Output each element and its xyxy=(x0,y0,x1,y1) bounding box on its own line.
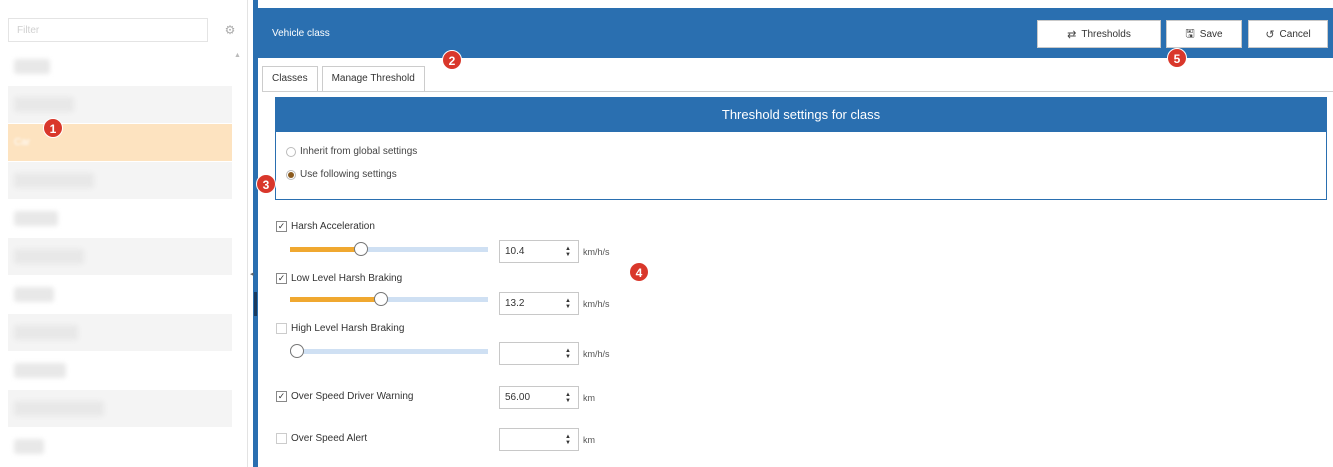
scroll-up-icon[interactable]: ▲ xyxy=(234,52,241,59)
undo-icon: ↺ xyxy=(1265,28,1275,41)
tab-classes[interactable]: Classes xyxy=(262,66,318,92)
cancel-label: Cancel xyxy=(1279,28,1311,40)
thresholds-button[interactable]: ⇄ Thresholds xyxy=(1037,20,1161,48)
panel-splitter[interactable] xyxy=(253,0,258,467)
over-speed-alert-input[interactable] xyxy=(500,429,558,450)
high-braking-checkbox[interactable] xyxy=(276,323,287,334)
collapse-arrow-icon[interactable]: ◂ xyxy=(250,271,254,278)
harsh-acceleration-row: ✓ Harsh Acceleration xyxy=(276,221,375,232)
use-following-label: Use following settings xyxy=(300,169,397,180)
filter-field[interactable] xyxy=(8,18,208,42)
over-speed-warning-stepper[interactable]: ▲▼ xyxy=(499,386,579,409)
low-braking-checkbox[interactable]: ✓ xyxy=(276,273,287,284)
filter-input[interactable] xyxy=(9,19,207,41)
over-speed-alert-checkbox[interactable] xyxy=(276,433,287,444)
use-following-radio[interactable] xyxy=(286,169,296,180)
over-speed-warning-label: Over Speed Driver Warning xyxy=(291,391,414,402)
over-speed-warning-unit: km xyxy=(583,393,595,403)
class-list: Car xyxy=(8,48,232,466)
over-speed-alert-label: Over Speed Alert xyxy=(291,433,368,444)
high-braking-label: High Level Harsh Braking xyxy=(291,323,405,334)
list-item[interactable] xyxy=(8,162,232,200)
over-speed-alert-unit: km xyxy=(583,435,595,445)
low-braking-slider[interactable] xyxy=(290,291,488,307)
high-braking-unit: km/h/s xyxy=(583,349,610,359)
high-braking-stepper[interactable]: ▲ ▼ xyxy=(499,342,579,365)
harsh-acceleration-unit: km/h/s xyxy=(583,247,610,257)
splitter-handle[interactable] xyxy=(254,292,257,316)
list-item[interactable] xyxy=(8,428,232,466)
decrement-icon[interactable]: ▼ xyxy=(565,398,571,404)
save-icon: 🖫 xyxy=(1185,27,1195,40)
annotation-badge: 1 xyxy=(43,118,63,138)
list-item[interactable] xyxy=(8,352,232,390)
over-speed-alert-stepper[interactable]: ▲ ▼ xyxy=(499,428,579,451)
tab-manage-threshold[interactable]: Manage Threshold xyxy=(321,66,425,92)
over-speed-alert-row: Over Speed Alert xyxy=(276,433,367,444)
tab-divider xyxy=(262,91,1333,92)
page-title: Vehicle class xyxy=(272,28,330,39)
harsh-acceleration-stepper[interactable]: ▲▼ xyxy=(499,240,579,263)
thresholds-label: Thresholds xyxy=(1081,28,1131,40)
slider-handle[interactable] xyxy=(354,242,369,256)
save-button[interactable]: 🖫 Save xyxy=(1166,20,1242,48)
list-item[interactable] xyxy=(8,238,232,276)
list-item[interactable] xyxy=(8,200,232,238)
over-speed-warning-row: ✓ Over Speed Driver Warning xyxy=(276,391,413,402)
low-braking-row: ✓ Low Level Harsh Braking xyxy=(276,273,402,284)
decrement-icon[interactable]: ▼ xyxy=(565,304,571,310)
class-list-panel: ⚙ ▲ Car xyxy=(0,0,248,467)
save-label: Save xyxy=(1199,28,1223,40)
threshold-settings-title: Threshold settings for class xyxy=(276,98,1326,132)
list-item[interactable] xyxy=(8,276,232,314)
cancel-button[interactable]: ↺ Cancel xyxy=(1248,20,1328,48)
over-speed-warning-checkbox[interactable]: ✓ xyxy=(276,391,287,402)
list-item-selected[interactable]: Car xyxy=(8,124,232,162)
decrement-icon[interactable]: ▼ xyxy=(565,252,571,258)
decrement-icon[interactable]: ▼ xyxy=(565,440,571,446)
annotation-badge: 4 xyxy=(629,262,649,282)
list-item[interactable] xyxy=(8,314,232,352)
harsh-acceleration-label: Harsh Acceleration xyxy=(291,221,375,232)
low-braking-input[interactable] xyxy=(500,293,558,314)
threshold-settings-panel: Threshold settings for class Inherit fro… xyxy=(275,97,1327,200)
harsh-acceleration-slider[interactable] xyxy=(290,241,488,257)
slider-handle[interactable] xyxy=(374,292,389,306)
sliders-icon: ⇄ xyxy=(1067,28,1077,41)
decrement-icon[interactable]: ▼ xyxy=(565,354,571,360)
list-item[interactable] xyxy=(8,48,232,86)
filter-settings-icon[interactable]: ⚙ xyxy=(222,22,238,38)
over-speed-warning-input[interactable] xyxy=(500,387,558,408)
low-braking-label: Low Level Harsh Braking xyxy=(291,273,403,284)
slider-handle[interactable] xyxy=(290,344,304,358)
annotation-badge: 2 xyxy=(442,50,462,70)
list-item[interactable] xyxy=(8,390,232,428)
high-braking-row: High Level Harsh Braking xyxy=(276,323,404,334)
high-braking-slider[interactable] xyxy=(290,343,488,359)
harsh-acceleration-checkbox[interactable]: ✓ xyxy=(276,221,287,232)
low-braking-stepper[interactable]: ▲▼ xyxy=(499,292,579,315)
high-braking-input[interactable] xyxy=(500,343,558,364)
annotation-badge: 5 xyxy=(1167,48,1187,68)
inherit-global-radio[interactable] xyxy=(286,146,296,157)
inherit-global-label: Inherit from global settings xyxy=(300,146,418,157)
tab-bar: Classes Manage Threshold xyxy=(262,66,429,92)
use-following-option[interactable]: Use following settings xyxy=(286,169,397,180)
harsh-acceleration-input[interactable] xyxy=(500,241,558,262)
list-item[interactable] xyxy=(8,86,232,124)
inherit-global-option[interactable]: Inherit from global settings xyxy=(286,146,417,157)
low-braking-unit: km/h/s xyxy=(583,299,610,309)
list-item-label: Car xyxy=(14,137,31,148)
annotation-badge: 3 xyxy=(256,174,276,194)
